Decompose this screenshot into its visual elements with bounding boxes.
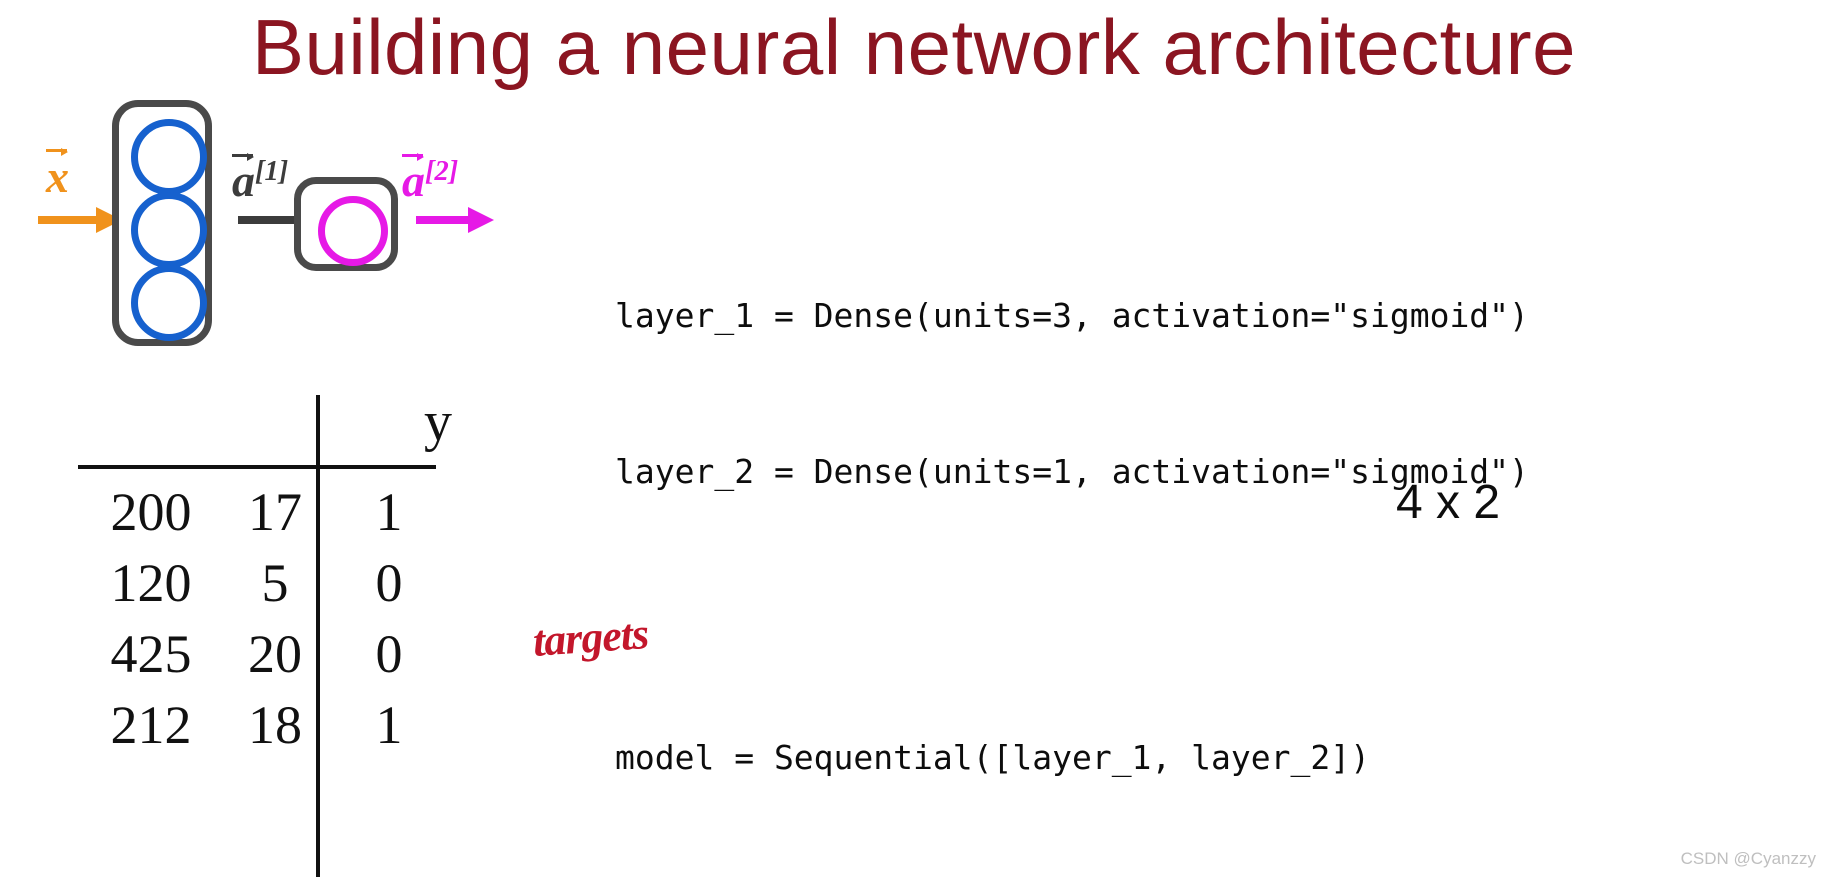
watermark: CSDN @Cyanzzy bbox=[1680, 849, 1816, 868]
table-cell-x2: 20 bbox=[248, 624, 302, 684]
table-cell-y: 1 bbox=[375, 482, 403, 542]
table-row: 425 20 0 bbox=[78, 622, 478, 693]
layer-2-output-superscript: [2] bbox=[425, 156, 459, 187]
table-row: 212 18 1 bbox=[78, 693, 478, 764]
slide-canvas: Building a neural network architecture x… bbox=[0, 0, 1828, 877]
input-arrow-icon bbox=[38, 207, 122, 233]
table-header-rule bbox=[78, 465, 436, 469]
layer-1-neuron bbox=[131, 265, 207, 341]
table-header-y: y bbox=[424, 391, 452, 453]
layer-1-output-label: a[1] bbox=[232, 152, 289, 207]
layer-2-output-label: a[2] bbox=[402, 152, 459, 207]
table-cell-y: 1 bbox=[375, 695, 403, 755]
input-vector-letter: x bbox=[46, 151, 69, 202]
vector-arrow-icon bbox=[46, 148, 68, 157]
vector-arrow-icon bbox=[402, 152, 424, 161]
table-row: 120 5 0 bbox=[78, 551, 478, 622]
layer-2-output-letter: a bbox=[402, 155, 425, 207]
input-vector-label: x bbox=[46, 148, 69, 202]
table-cell-y: 0 bbox=[375, 624, 403, 684]
layer-1-box bbox=[112, 100, 212, 346]
table-cell-x1: 200 bbox=[110, 482, 192, 542]
layer-2-neuron bbox=[318, 196, 388, 266]
layer-2-box bbox=[294, 177, 398, 271]
neural-network-diagram: x a[1] a[2] bbox=[18, 96, 578, 356]
table-cell-x2: 17 bbox=[248, 482, 302, 542]
code-line-model: model = Sequential([layer_1, layer_2]) bbox=[615, 738, 1370, 777]
layer-2-output-arrow-icon bbox=[416, 207, 496, 233]
layer-1-output-superscript: [1] bbox=[255, 156, 289, 187]
table-row: 200 17 1 bbox=[78, 480, 478, 551]
training-data-table: y 200 17 1 120 5 0 425 20 0 212 18 1 bbox=[78, 392, 498, 877]
vector-arrow-icon bbox=[232, 152, 254, 161]
page-title: Building a neural network architecture bbox=[251, 3, 1577, 91]
code-block: layer_1 = Dense(units=3, activation="sig… bbox=[615, 186, 1529, 877]
layer-1-output-letter: a bbox=[232, 155, 255, 207]
targets-annotation: targets bbox=[531, 609, 650, 666]
table-cell-x1: 120 bbox=[110, 553, 192, 613]
layer-1-neuron bbox=[131, 192, 207, 268]
table-cell-y: 0 bbox=[375, 553, 403, 613]
shape-annotation: 4 x 2 bbox=[1396, 476, 1501, 529]
table-cell-x1: 212 bbox=[110, 695, 192, 755]
code-line-layer-2: layer_2 = Dense(units=1, activation="sig… bbox=[615, 452, 1529, 491]
table-cell-x2: 18 bbox=[248, 695, 302, 755]
layer-1-neuron bbox=[131, 119, 207, 195]
code-line-layer-1: layer_1 = Dense(units=3, activation="sig… bbox=[615, 296, 1529, 335]
table-cell-x2: 5 bbox=[261, 553, 289, 613]
table-cell-x1: 425 bbox=[110, 624, 192, 684]
